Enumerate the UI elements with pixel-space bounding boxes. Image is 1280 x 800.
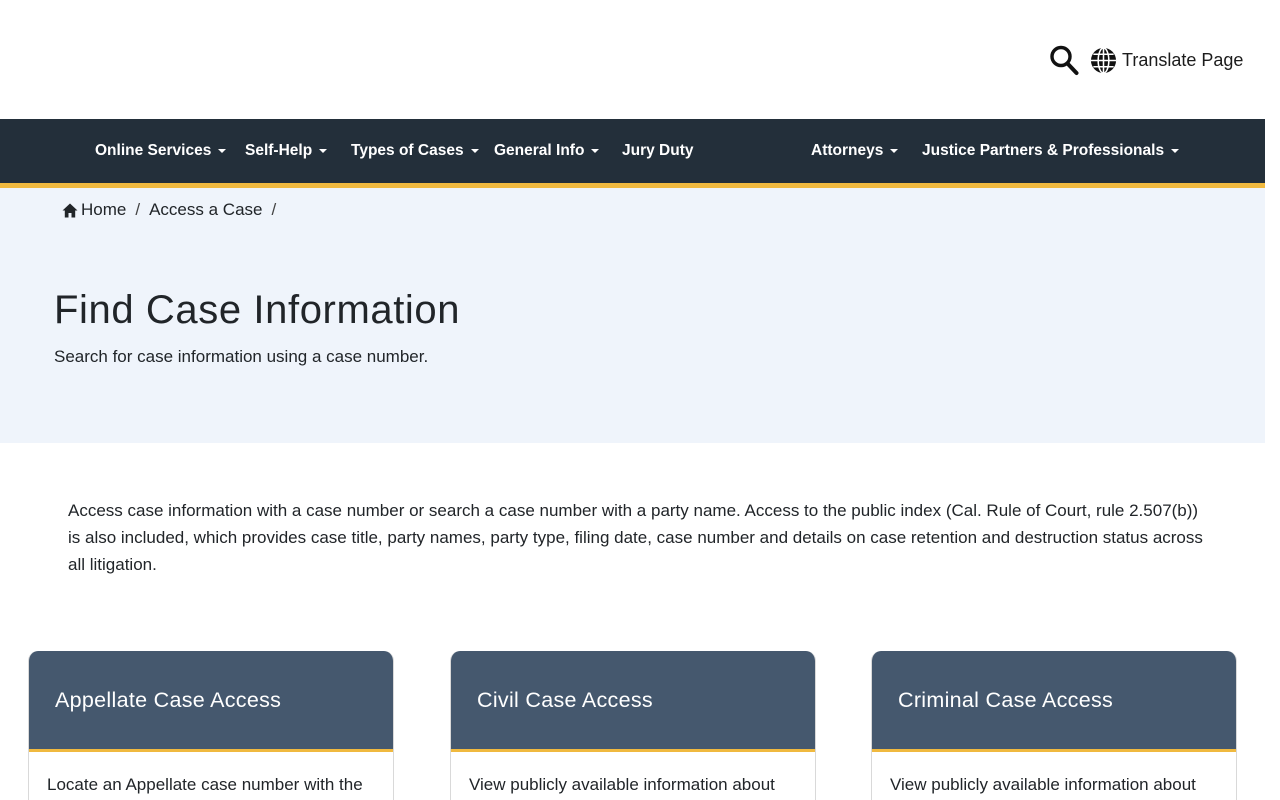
home-icon [62, 203, 78, 217]
breadcrumb-access-a-case-link[interactable]: Access a Case [149, 200, 262, 220]
card-title[interactable]: Civil Case Access [477, 688, 653, 713]
breadcrumb-separator: / [271, 200, 277, 219]
caret-down-icon [470, 149, 479, 153]
translate-page-button[interactable]: Translate Page [1089, 45, 1243, 75]
card-body: View publicly available information abou… [469, 775, 775, 794]
nav-item-jury-duty[interactable]: Jury Duty [622, 119, 694, 183]
card-criminal-case-access: Criminal Case Access View publicly avail… [871, 651, 1237, 800]
search-icon [1050, 45, 1079, 75]
hero-section: Home / Access a Case / Find Case Informa… [0, 188, 1265, 443]
card-civil-case-access: Civil Case Access View publicly availabl… [450, 651, 816, 800]
caret-down-icon [1171, 149, 1180, 153]
card-body: View publicly available information abou… [890, 775, 1196, 794]
card-title[interactable]: Criminal Case Access [898, 688, 1113, 713]
nav-item-self-help[interactable]: Self-Help [245, 119, 328, 183]
caret-down-icon [319, 149, 328, 153]
page-subtitle: Search for case information using a case… [54, 347, 429, 366]
nav-item-label: General Info [494, 142, 585, 159]
card-header: Civil Case Access [451, 651, 815, 752]
nav-item-attorneys[interactable]: Attorneys [811, 119, 899, 183]
caret-down-icon [218, 149, 227, 153]
breadcrumb-separator: / [135, 200, 141, 219]
intro-paragraph: Access case information with a case numb… [68, 501, 1203, 574]
card-body: Locate an Appellate case number with the [47, 775, 363, 794]
caret-down-icon [591, 149, 600, 153]
translate-page-label: Translate Page [1122, 49, 1244, 70]
nav-item-label: Attorneys [811, 142, 884, 159]
nav-item-justice-partners[interactable]: Justice Partners & Professionals [922, 119, 1180, 183]
main-navbar: Online Services Self-Help Types of Cases… [0, 119, 1265, 188]
breadcrumb: Home / Access a Case / [62, 200, 285, 220]
card-header: Criminal Case Access [872, 651, 1236, 752]
nav-item-label: Online Services [95, 142, 212, 159]
nav-item-label: Justice Partners & Professionals [922, 142, 1165, 159]
breadcrumb-home-link[interactable]: Home [81, 200, 126, 220]
nav-item-label: Self-Help [245, 142, 313, 159]
card-appellate-case-access: Appellate Case Access Locate an Appellat… [28, 651, 394, 800]
nav-item-label: Jury Duty [622, 142, 694, 159]
search-button[interactable] [1049, 44, 1079, 76]
card-title[interactable]: Appellate Case Access [55, 688, 281, 713]
globe-icon [1090, 46, 1117, 74]
nav-item-online-services[interactable]: Online Services [95, 119, 227, 183]
card-header: Appellate Case Access [29, 651, 393, 752]
nav-item-general-info[interactable]: General Info [494, 119, 600, 183]
page-title: Find Case Information [54, 288, 461, 332]
top-header: Translate Page [0, 0, 1265, 119]
nav-item-types-of-cases[interactable]: Types of Cases [351, 119, 479, 183]
caret-down-icon [890, 149, 899, 153]
nav-item-label: Types of Cases [351, 142, 464, 159]
